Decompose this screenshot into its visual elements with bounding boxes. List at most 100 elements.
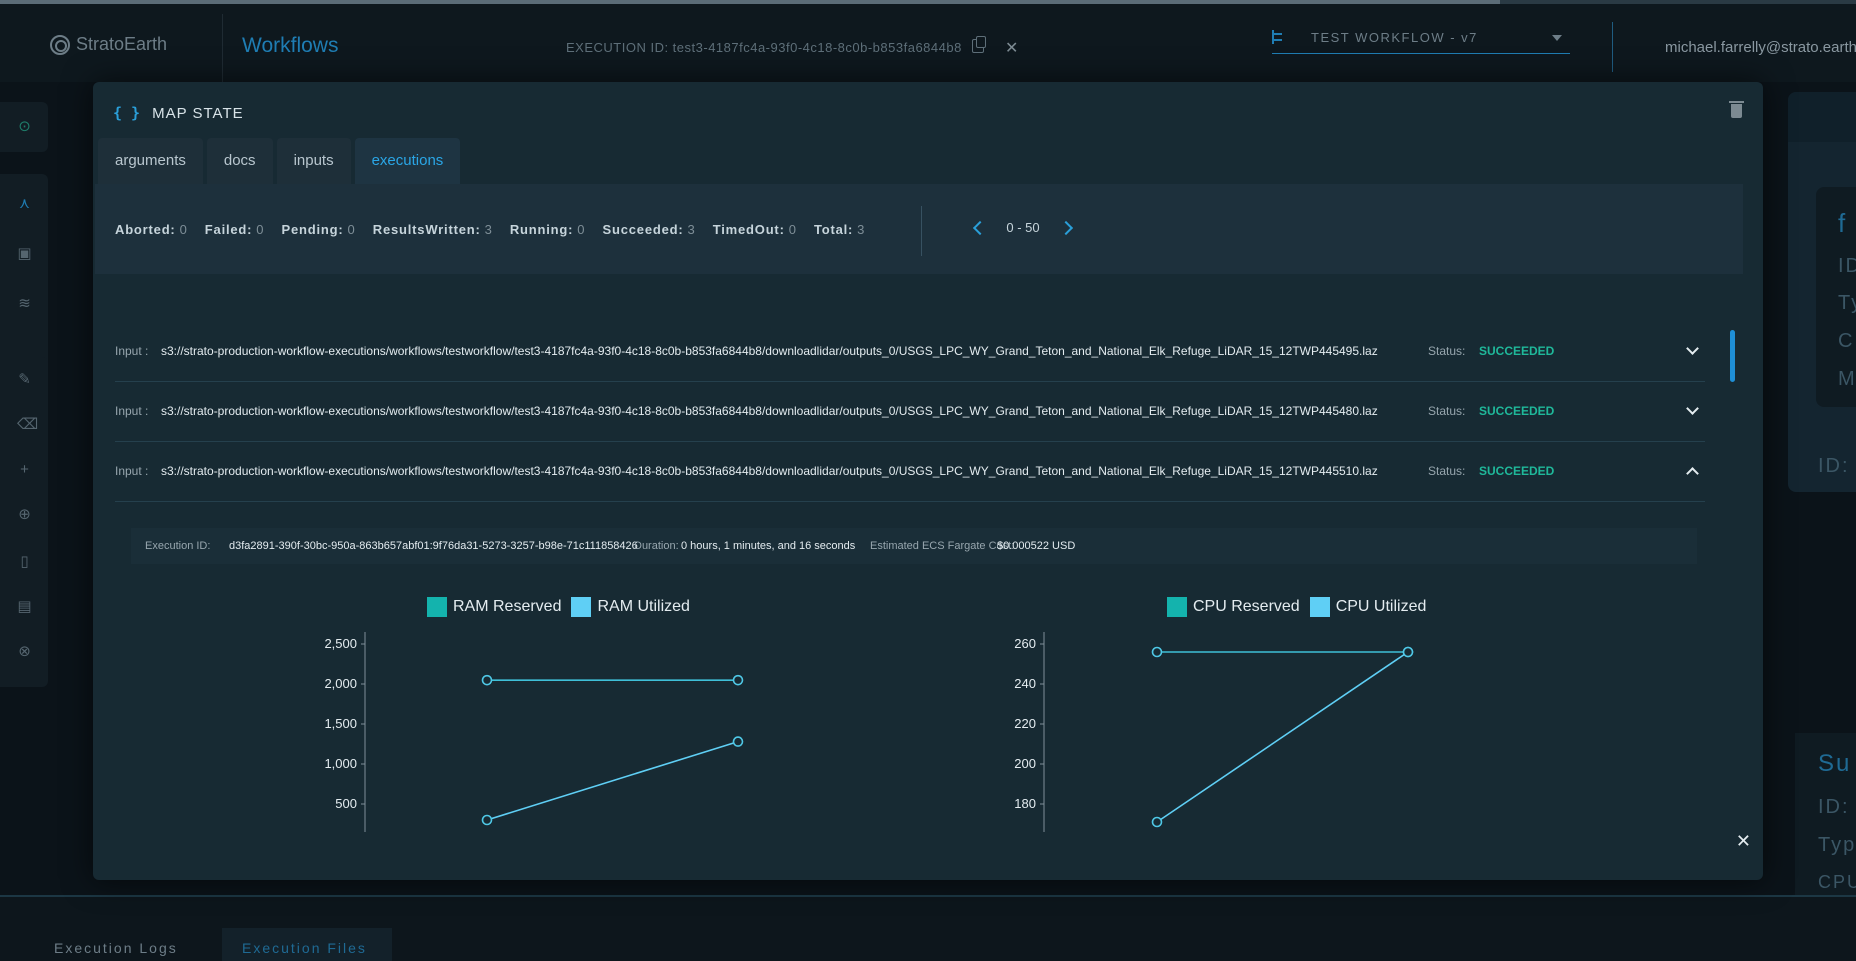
duration-value: 0 hours, 1 minutes, and 16 seconds [681,540,856,552]
cancel-circle-icon[interactable]: ⊗ [17,644,32,659]
delete-icon[interactable] [1729,101,1744,118]
legend-item[interactable]: CPU Utilized [1309,597,1427,617]
status-label: Status: [1428,404,1466,418]
tab-executions[interactable]: executions [354,138,461,184]
workflow-graph-icon[interactable]: ⋏ [17,196,32,211]
bg-fragment: Typ [1818,834,1856,856]
stat-running: Running: 0 [510,222,585,237]
archive-icon[interactable]: ▤ [17,599,32,614]
bg-fragment: ID [1838,255,1856,277]
layers-icon[interactable]: ≋ [17,296,32,311]
braces-icon: { } [113,104,141,122]
chevron-right-icon[interactable] [1058,220,1074,235]
brand-logo[interactable]: StratoEarth [50,34,167,55]
tab-arguments[interactable]: arguments [98,138,203,184]
ram-y-tick-label: 1,500 [324,716,357,731]
legend-swatch [1309,597,1330,617]
modal-header: { } MAP STATE [113,104,244,122]
cpu-y-tick-label: 220 [1014,716,1036,731]
close-execution-icon[interactable]: ✕ [1005,38,1018,58]
ram-chart: RAM Reserved RAM Utilized 2,500 2,000 1,50… [183,597,783,880]
stat-key: Succeeded: [602,222,684,237]
execution-list: Input : s3://strato-production-workflow-… [115,322,1705,502]
tab-execution-files[interactable]: Execution Files [222,928,392,961]
legend-label: RAM Utilized [597,598,690,615]
chevron-down-icon[interactable] [1686,342,1699,355]
stat-aborted: Aborted: 0 [115,222,187,237]
cpu-series-line-utilized [1156,651,1409,823]
stat-key: Running: [509,222,574,237]
clipboard-icon[interactable]: ▯ [17,554,32,569]
legend-item[interactable]: RAM Utilized [571,597,690,617]
legend-label: CPU Utilized [1335,598,1427,615]
stat-succeeded: Succeeded: 3 [603,222,695,237]
stat-key: TimedOut: [712,222,785,237]
modal-tabs: arguments docs inputs executions [98,138,461,184]
workflow-select[interactable]: TEST WORKFLOW - v7 [1272,24,1570,54]
stat-key: Failed: [204,222,253,237]
status-badge: SUCCEEDED [1479,404,1555,418]
status-label: Status: [1428,464,1466,478]
cpu-chart-plot: 260 240 220 200 180 [1014,632,1414,832]
stat-pending: Pending: 0 [282,222,355,237]
legend-swatch [1167,597,1187,617]
ram-data-point[interactable] [732,736,744,747]
chevron-down-icon [1552,35,1562,41]
bg-fragment: Ty [1838,292,1856,314]
chevron-down-icon[interactable] [1686,402,1699,415]
chevron-up-icon[interactable] [1686,467,1699,480]
app-title[interactable]: Workflows [242,34,338,58]
left-sidebar: ⊙ ⋏ ▣ ≋ ✎ ⌫ + ⊕ ▯ ▤ ⊗ [0,82,50,882]
ram-data-point[interactable] [732,674,744,686]
stat-value: 3 [857,222,865,237]
top-header: StratoEarth Workflows EXECUTION ID: test… [0,0,1856,84]
cpu-y-tick-label: 260 [1014,636,1036,651]
execution-row[interactable]: Input : s3://strato-production-workflow-… [115,382,1705,442]
play-circle-icon[interactable]: ⊙ [17,119,32,134]
chip-icon[interactable]: ▣ [17,246,32,261]
tab-docs[interactable]: docs [206,138,273,184]
stat-timed-out: TimedOut: 0 [713,222,796,237]
ram-data-point[interactable] [481,814,493,826]
stat-value: 3 [687,222,695,237]
legend-item[interactable]: RAM Reserved [427,597,561,617]
header-divider-2 [1612,22,1613,72]
execution-row[interactable]: Input : s3://strato-production-workflow-… [115,322,1705,382]
execution-stats-bar: Aborted: 0 Failed: 0 Pending: 0 ResultsWrit… [95,184,1743,274]
input-path: s3://strato-production-workflow-executio… [161,344,1378,358]
chevron-left-icon[interactable] [972,220,988,235]
tab-execution-logs[interactable]: Execution Logs [54,940,178,956]
sidebar-group-edit: ✎ ⌫ + ⊕ ▯ ▤ ⊗ [0,357,48,687]
add-circle-icon[interactable]: ⊕ [17,507,32,522]
cost-label: Estimated ECS Fargate Cost: [870,540,1015,552]
legend-item[interactable]: CPU Reserved [1167,597,1300,617]
ram-chart-plot: 2,500 2,000 1,500 1,000 500 [324,632,744,832]
input-path: s3://strato-production-workflow-executio… [161,464,1378,478]
workflow-tree-icon [1272,30,1284,44]
trash-icon[interactable]: ⌫ [17,417,38,432]
ram-data-point[interactable] [481,674,493,686]
plus-icon[interactable]: + [17,462,32,477]
cpu-data-point[interactable] [1402,646,1414,658]
cpu-data-point[interactable] [1151,646,1163,658]
cpu-y-tick-label: 180 [1014,796,1036,811]
close-modal-icon[interactable]: ✕ [1736,831,1751,852]
header-divider [222,14,223,84]
user-email[interactable]: michael.farrelly@strato.earth [1665,39,1856,56]
cost-value: $0.000522 USD [997,540,1076,552]
copy-icon[interactable] [972,36,986,53]
list-scrollbar[interactable] [1730,330,1735,382]
pencil-icon[interactable]: ✎ [17,372,32,387]
execution-id-value: d3fa2891-390f-30bc-950a-863b657abf01:9f7… [229,540,638,552]
execution-row[interactable]: Input : s3://strato-production-workflow-… [115,442,1705,502]
cpu-data-point[interactable] [1151,816,1163,828]
ram-chart-legend: RAM Reserved RAM Utilized [427,597,690,617]
stat-value: 0 [788,222,796,237]
ram-y-tick-label: 500 [335,796,357,811]
stat-key: Total: [813,222,854,237]
stat-key: Aborted: [115,222,176,237]
tab-inputs[interactable]: inputs [276,138,351,184]
stats-divider [921,206,922,256]
bg-fragment: Su [1818,750,1852,777]
execution-detail-bar: Execution ID: d3fa2891-390f-30bc-950a-86… [131,528,1697,564]
